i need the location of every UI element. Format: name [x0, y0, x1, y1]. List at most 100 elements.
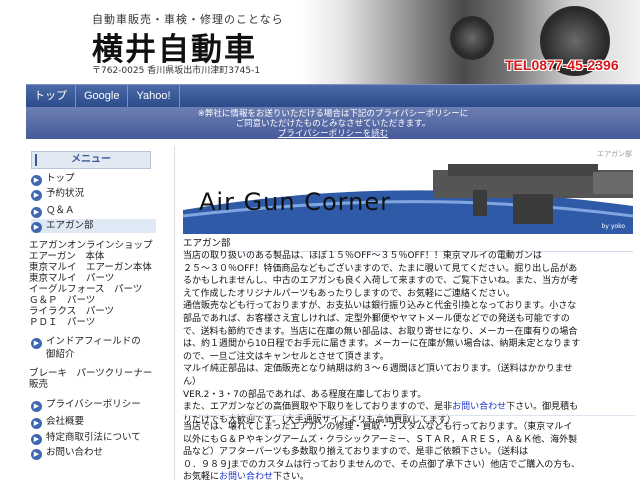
- sidebar-link-marui-parts[interactable]: 東京マルイ パーツ: [29, 273, 114, 284]
- arrow-right-icon: ▶: [31, 401, 42, 412]
- arrow-right-icon: ▶: [31, 449, 42, 460]
- site-header: 自動車販売・車検・修理のことなら 横井自動車 〒762-0025 香川県坂出市川…: [0, 0, 640, 84]
- sidebar-item-label: 特定商取引法について: [46, 432, 141, 443]
- paragraph-line: ０．９８９Jまでのカスタムは行っておりませんので、その点御了承下さい）他店でご購…: [183, 459, 635, 472]
- sidebar-item-company[interactable]: ▶ 会社概要: [31, 415, 84, 429]
- paragraph-line: ん）: [183, 376, 635, 389]
- top-nav: トップ Google Yahoo!: [26, 84, 640, 107]
- sidebar-item-qa[interactable]: ▶ Ｑ＆Ａ: [31, 204, 75, 218]
- paragraph-text: VER.2・3・7の部品であれば、ある程度在庫しております。: [183, 389, 427, 400]
- sidebar-item-label[interactable]: 御紹介: [46, 349, 75, 360]
- banner-title: Air Gun Corner: [199, 188, 391, 216]
- sidebar-link-pdi[interactable]: ＰＤＩ パーツ: [29, 317, 95, 328]
- paragraph-text: ん）: [183, 376, 202, 387]
- main-content: エアガン部 Air Gun Corner by yoko エアガン部 当店の取り…: [174, 146, 640, 480]
- sidebar-item-label: インドアフィールドの: [46, 336, 141, 347]
- paragraph-line: 以外にもＧ＆Ｐやキングアームズ・クラシックアーミー、ＳＴＡＲ，ＡＲＥＳ，Ａ＆Ｋ他…: [183, 434, 635, 447]
- paragraph-text: 以外にもＧ＆Ｐやキングアームズ・クラシックアーミー、ＳＴＡＲ，ＡＲＥＳ，Ａ＆Ｋ他…: [183, 434, 578, 445]
- nav-item-top[interactable]: トップ: [26, 85, 76, 107]
- sidebar-item-label: エアガン部: [46, 220, 94, 231]
- notice-line: ご同意いただけたものとみなさせていただきます。: [235, 119, 431, 129]
- sidebar-item-tokusho[interactable]: ▶ 特定商取引法について: [31, 431, 141, 445]
- phone-number: TEL0877-45-2396: [505, 57, 619, 73]
- arrow-right-icon: ▶: [31, 418, 42, 429]
- paragraph-text: 当店の取り扱いのある製品は、ほぼ１５％OFF～３５％OFF！！東京マルイの電動ガ…: [183, 251, 542, 261]
- paragraph-text: 下さい。御見積も: [506, 402, 579, 413]
- paragraph-line: VER.2・3・7の部品であれば、ある程度在庫しております。: [183, 389, 635, 402]
- paragraph-text: 下さい。: [273, 472, 310, 480]
- paragraph-line: マルイ純正部品は、定価販売となり納期は約３～６週間ほど頂いております。（送料はか…: [183, 363, 635, 376]
- paragraph-line: は、約１週間から10日程でお手元に届きます。メーカーに在庫が無い場合は、納期未定…: [183, 338, 635, 351]
- paragraph-line: で、送料も節約できます。当店に在庫の無い部品は、お取り寄せになり、メーカー在庫有…: [183, 326, 635, 339]
- sidebar-link-brake-cleaner[interactable]: ブレーキ パーツクリーナー: [29, 368, 152, 379]
- intro-paragraph: 当店の取り扱いのある製品は、ほぼ１５％OFF～３５％OFF！！東京マルイの電動ガ…: [183, 250, 635, 426]
- company-address: 〒762-0025 香川県坂出市川津町3745-1: [92, 66, 261, 76]
- paragraph-text: マルイ純正部品は、定価販売となり納期は約３～６週間ほど頂いております。（送料はか…: [183, 364, 573, 375]
- repair-paragraph: 当店では、壊れてしまったエアガンの修理・買取・カスタムなども行っております。（東…: [183, 421, 635, 480]
- paragraph-text: ２５～３０％OFF！特価商品などもございますので、たまに覗いて見てください。掘り…: [183, 263, 578, 274]
- arrow-right-icon: ▶: [31, 222, 42, 233]
- sidebar-item-label: 会社概要: [46, 416, 85, 427]
- sidebar-item-label: プライバシーポリシー: [46, 399, 141, 410]
- gauge-image: [450, 16, 494, 60]
- menu-title: メニュー: [31, 151, 151, 169]
- nav-item-yahoo[interactable]: Yahoo!: [128, 85, 180, 107]
- sidebar-item-airgun[interactable]: ▶ エアガン部: [31, 219, 156, 233]
- sidebar-link-marui-body[interactable]: 東京マルイ エアーガン本体: [29, 262, 152, 273]
- paragraph-text: ので、一旦ご注文はキャンセルとさせて頂きます。: [183, 351, 389, 362]
- paragraph-text: ０．９８９Jまでのカスタムは行っておりませんので、その点御了承下さい）他店でご購…: [183, 459, 581, 470]
- sidebar-item-label: Ｑ＆Ａ: [46, 205, 75, 216]
- sidebar-link-gp-parts[interactable]: Ｇ＆Ｐ パーツ: [29, 295, 95, 306]
- arrow-right-icon: ▶: [31, 207, 42, 218]
- banner-credit: by yoko: [601, 223, 625, 230]
- sidebar: メニュー ▶ トップ ▶ 予約状況 ▶ Ｑ＆Ａ ▶ エアガン部 エアガンオンラインショッ…: [26, 146, 164, 480]
- sidebar-item-privacy[interactable]: ▶ プライバシーポリシー: [31, 398, 141, 412]
- paragraph-line: 当店では、壊れてしまったエアガンの修理・買取・カスタムなども行っております。（東…: [183, 421, 635, 434]
- paragraph-text: るかもしれませんし、中古のエアガンも良く入荷して来ますので、ご覧下さいね。また、…: [183, 276, 579, 287]
- sidebar-item-indoor-field[interactable]: ▶ インドアフィールドの: [31, 335, 141, 349]
- paragraph-text: また、エアガンなどの高価買取や下取りをしておりますので、是非: [183, 402, 453, 413]
- paragraph-text: は、約１週間から10日程でお手元に届きます。メーカーに在庫が無い場合は、納期未定…: [183, 339, 581, 350]
- paragraph-text: 品など）アフターパーツも多数取り揃えておりますので、是非ご依頼下さい。（送料は: [183, 447, 529, 458]
- sidebar-item-label: トップ: [46, 173, 75, 184]
- paragraph-line: ので、一旦ご注文はキャンセルとさせて頂きます。: [183, 351, 635, 364]
- privacy-policy-link[interactable]: プライバシーポリシーを読む: [26, 129, 640, 139]
- arrow-right-icon: ▶: [31, 338, 42, 349]
- paragraph-line: 品など）アフターパーツも多数取り揃えておりますので、是非ご依頼下さい。（送料は: [183, 446, 635, 459]
- contact-link[interactable]: お問い合わせ: [219, 472, 273, 480]
- paragraph-line: ２５～３０％OFF！特価商品などもございますので、たまに覗いて見てください。掘り…: [183, 263, 635, 276]
- sidebar-item-label: お問い合わせ: [46, 447, 104, 458]
- paragraph-line: 通信販売なども行っておりますが、お支払いは銀行振り込みと代金引換となっております…: [183, 300, 635, 313]
- privacy-notice: ※弊社に情報をお送りいただける場合は下記のプライバシーポリシーに ご同意いただけ…: [26, 107, 640, 139]
- paragraph-line: るかもしれませんし、中古のエアガンも良く入荷して来ますので、ご覧下さいね。また、…: [183, 275, 635, 288]
- paragraph-text: 当店では、壊れてしまったエアガンの修理・買取・カスタムなども行っております。（東…: [183, 422, 573, 432]
- paragraph-line: お気軽にお問い合わせ下さい。: [183, 471, 635, 480]
- divider: [183, 415, 635, 416]
- paragraph-text: 通信販売なども行っておりますが、お支払いは銀行振り込みと代金引換となっております…: [183, 301, 577, 312]
- paragraph-line: また、エアガンなどの高価買取や下取りをしておりますので、是非お問い合わせ下さい。…: [183, 401, 635, 414]
- arrow-right-icon: ▶: [31, 175, 42, 186]
- airgun-banner: Air Gun Corner by yoko: [183, 160, 633, 234]
- sidebar-item-top[interactable]: ▶ トップ: [31, 172, 75, 186]
- sidebar-link-airgun-body[interactable]: エアーガン 本体: [29, 251, 104, 262]
- sidebar-item-reservation[interactable]: ▶ 予約状況: [31, 187, 84, 201]
- sidebar-link-laylax[interactable]: ライラクス パーツ: [29, 306, 114, 317]
- nav-item-google[interactable]: Google: [76, 85, 129, 107]
- paragraph-text: で、送料も節約できます。当店に在庫の無い部品は、お取り寄せになり、メーカー在庫有…: [183, 326, 578, 337]
- sidebar-item-label: 予約状況: [46, 188, 85, 199]
- contact-link[interactable]: お問い合わせ: [452, 402, 506, 412]
- paragraph-line: えて作成したオリジナルパーツもあったりしますので、お気軽にご連絡ください。: [183, 288, 635, 301]
- paragraph-line: 当店の取り扱いのある製品は、ほぼ１５％OFF～３５％OFF！！東京マルイの電動ガ…: [183, 250, 635, 263]
- sidebar-item-contact[interactable]: ▶ お問い合わせ: [31, 446, 103, 460]
- sidebar-link-eagle-force[interactable]: イーグルフォース パーツ: [29, 284, 142, 295]
- paragraph-text: 部品であれば、お客様さえ宜しければ、定型外郵便やヤマトメール便などでの発送も可能…: [183, 313, 570, 324]
- sidebar-link-brake-cleaner-2[interactable]: 販売: [29, 379, 48, 390]
- notice-line: ※弊社に情報をお送りいただける場合は下記のプライバシーポリシーに: [197, 109, 469, 119]
- paragraph-text: えて作成したオリジナルパーツもあったりしますので、お気軽にご連絡ください。: [183, 288, 515, 299]
- paragraph-text: お気軽に: [183, 472, 220, 480]
- arrow-right-icon: ▶: [31, 190, 42, 201]
- arrow-right-icon: ▶: [31, 434, 42, 445]
- paragraph-line: 部品であれば、お客様さえ宜しければ、定型外郵便やヤマトメール便などでの発送も可能…: [183, 313, 635, 326]
- sidebar-link-online-shop[interactable]: エアガンオンラインショップ: [29, 240, 153, 251]
- breadcrumb: エアガン部: [597, 150, 632, 158]
